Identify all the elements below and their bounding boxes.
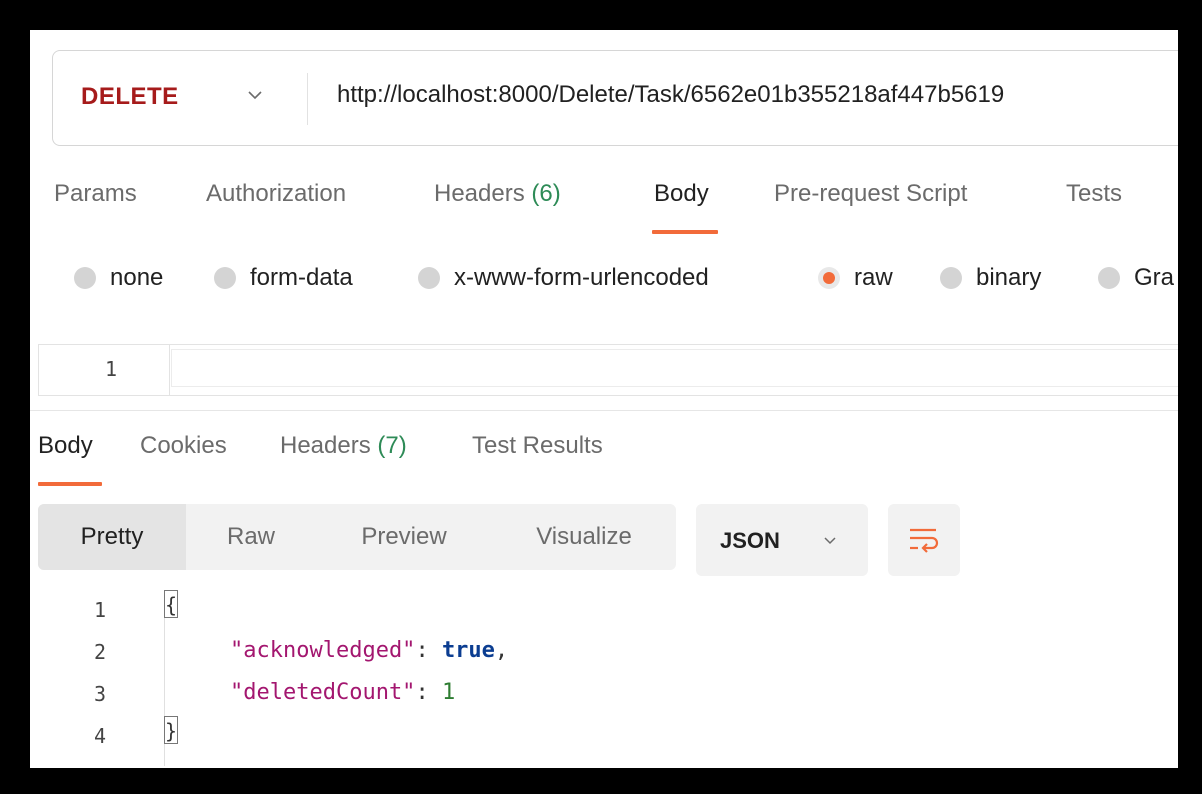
request-body-editor[interactable]: 1 (38, 344, 1178, 396)
json-pair-deleted-count: "deletedCount": 1 (230, 680, 456, 705)
view-preview[interactable]: Preview (316, 504, 492, 570)
response-headers-count: (7) (377, 432, 407, 459)
response-tabs: Body Cookies Headers (7) Test Results (30, 432, 1178, 492)
response-tab-body[interactable]: Body (38, 432, 93, 460)
body-type-options: none form-data x-www-form-urlencoded raw… (30, 264, 1178, 304)
code-line: 2 "acknowledged": true, (30, 632, 1178, 672)
radio-dot (1098, 267, 1120, 289)
fold-open-brace[interactable]: { (164, 590, 178, 618)
wrap-lines-icon (910, 528, 939, 553)
wrap-lines-button[interactable] (888, 504, 960, 576)
tab-tests[interactable]: Tests (1066, 180, 1122, 208)
tab-pre-request-script[interactable]: Pre-request Script (774, 180, 967, 208)
headers-count: (6) (531, 180, 561, 207)
radio-dot-selected (818, 267, 840, 289)
view-raw[interactable]: Raw (186, 504, 316, 570)
request-tabs: Params Authorization Headers (6) Body Pr… (30, 180, 1178, 240)
format-label: JSON (720, 528, 780, 553)
response-tab-test-results[interactable]: Test Results (472, 432, 603, 460)
radio-raw[interactable]: raw (818, 264, 893, 292)
chevron-down-icon[interactable] (243, 83, 267, 107)
editor-gutter: 1 (39, 345, 170, 395)
active-response-tab-indicator (38, 482, 102, 486)
radio-dot (74, 267, 96, 289)
response-tab-cookies[interactable]: Cookies (140, 432, 227, 460)
radio-dot (214, 267, 236, 289)
code-line: 3 "deletedCount": 1 (30, 674, 1178, 714)
radio-binary[interactable]: binary (940, 264, 1041, 292)
line-number: 4 (94, 724, 107, 748)
line-number: 1 (105, 357, 118, 381)
url-bar: DELETE http://localhost:8000/Delete/Task… (52, 50, 1178, 146)
radio-x-www-form-urlencoded[interactable]: x-www-form-urlencoded (418, 264, 709, 292)
code-line: 4 } (30, 716, 1178, 756)
view-visualize[interactable]: Visualize (492, 504, 676, 570)
radio-dot (418, 267, 440, 289)
radio-form-data[interactable]: form-data (214, 264, 353, 292)
line-number: 1 (94, 598, 107, 622)
radio-graphql[interactable]: Gra (1098, 264, 1174, 292)
fold-close-brace[interactable]: } (164, 716, 178, 744)
code-line: 1 { (30, 590, 1178, 630)
url-input[interactable]: http://localhost:8000/Delete/Task/6562e0… (337, 81, 1004, 109)
response-tab-headers[interactable]: Headers (7) (280, 432, 407, 460)
tab-headers[interactable]: Headers (6) (434, 180, 561, 208)
tab-params[interactable]: Params (54, 180, 137, 208)
radio-dot (940, 267, 962, 289)
url-divider (307, 73, 308, 125)
view-mode-selector: Pretty Raw Preview Visualize (38, 504, 676, 570)
editor-line[interactable] (171, 349, 1178, 387)
line-number: 3 (94, 682, 107, 706)
view-pretty[interactable]: Pretty (38, 504, 186, 570)
pane-divider[interactable] (30, 410, 1178, 411)
line-number: 2 (94, 640, 107, 664)
radio-none[interactable]: none (74, 264, 163, 292)
postman-window: DELETE http://localhost:8000/Delete/Task… (30, 30, 1178, 768)
tab-authorization[interactable]: Authorization (206, 180, 346, 208)
format-select[interactable]: JSON (696, 504, 868, 576)
response-body-viewer[interactable]: 1 { 2 "acknowledged": true, 3 "deletedCo… (30, 590, 1178, 768)
json-pair-acknowledged: "acknowledged": true, (230, 638, 509, 663)
tab-body[interactable]: Body (654, 180, 709, 208)
chevron-down-icon (824, 537, 836, 545)
active-tab-indicator (652, 230, 718, 234)
method-select[interactable]: DELETE (81, 83, 179, 111)
